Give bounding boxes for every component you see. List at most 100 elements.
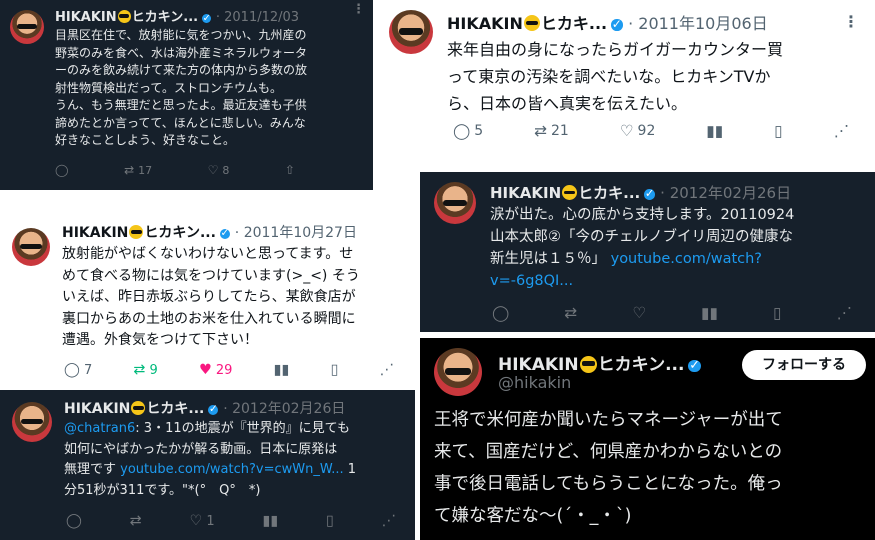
youtube-link-continued[interactable]: v=-6g8QI... (490, 273, 573, 289)
views-button[interactable]: ▮▮ (262, 513, 278, 529)
more-icon[interactable]: ⋮ (352, 2, 365, 17)
tweet-date[interactable]: · 2011/12/03 (216, 10, 299, 25)
tweet-card-3[interactable]: HIKAKIN ヒカキ... ✓ · 2012年02月26日 涙が出た。心の底から支… (420, 172, 875, 332)
retweet-button[interactable]: ⇄ 21 (534, 122, 569, 140)
reply-button[interactable]: ◯ (66, 513, 82, 529)
tweet-header: HIKAKIN ヒカキン... ✓ · 2011/12/03 (55, 6, 299, 25)
reply-icon: ◯ (55, 163, 69, 177)
more-icon[interactable]: ⋮ (843, 12, 859, 31)
share-button[interactable]: ⇧ (285, 163, 295, 177)
tweet-date[interactable]: · 2012年02月26日 (660, 184, 791, 202)
tweet-date[interactable]: · 2012年02月26日 (223, 401, 345, 417)
tweet-card-1[interactable]: HIKAKIN ヒカキン... ✓ · 2011/12/03 ⋮ 目黒区在住で、放射… (0, 0, 373, 190)
retweet-icon: ⇄ (534, 122, 547, 140)
tweet-date[interactable]: · 2011年10月06日 (628, 14, 768, 33)
share-button[interactable]: ⋰ (837, 304, 852, 322)
reply-icon: ◯ (453, 122, 471, 140)
retweet-button[interactable]: ⇄ 9 (134, 362, 158, 378)
like-button[interactable]: ♡ 92 (620, 122, 656, 140)
sunglasses-emoji-icon (129, 225, 144, 240)
heart-icon: ♡ (189, 513, 203, 529)
verified-icon: ✓ (208, 403, 219, 416)
views-button[interactable]: ▮▮ (701, 304, 718, 322)
views-icon: ▮▮ (706, 122, 724, 140)
follow-button[interactable]: フォローする (742, 350, 866, 380)
retweet-icon: ⇄ (564, 304, 578, 322)
share-icon: ⋰ (836, 304, 852, 322)
display-name[interactable]: HIKAKIN (62, 225, 128, 241)
bookmark-button[interactable]: ▯ (774, 122, 782, 140)
text-line: v=-6g8QI... (490, 270, 794, 292)
user-handle[interactable]: @hikakin (498, 373, 571, 392)
text-line: 諦めたとか言ってて、ほんとに悲しい。みんな (55, 115, 306, 130)
tweet-text: 涙が出た。心の底から支持します。20110924 山本太郎②「今のチェルノブイリ… (490, 204, 794, 292)
avatar[interactable] (434, 348, 482, 396)
display-name[interactable]: HIKAKIN (447, 14, 523, 33)
like-button[interactable]: ♡ (632, 304, 646, 322)
bookmark-icon: ▯ (774, 122, 783, 140)
retweet-button[interactable]: ⇄ 17 (124, 163, 152, 177)
display-name-suffix: ヒカキン... (597, 355, 685, 375)
sunglasses-emoji-icon (523, 15, 540, 32)
retweet-button[interactable]: ⇄ (130, 513, 142, 529)
avatar[interactable] (10, 10, 44, 44)
like-button[interactable]: ♡ 8 (208, 163, 230, 177)
views-button[interactable]: ▮▮ (274, 362, 290, 378)
verified-icon: ✓ (688, 358, 701, 374)
text-line: @chatran6: 3・11の地震が『世界的』に見ても (64, 421, 350, 436)
avatar[interactable] (12, 402, 52, 442)
display-name[interactable]: HIKAKIN (64, 401, 130, 417)
text-line: いえば、昨日赤坂ぶらりしてたら、某飲食店が (62, 289, 356, 305)
tweet-header: HIKAKIN ヒカキン... ✓ · 2011年10月27日 (62, 222, 357, 242)
retweet-button[interactable]: ⇄ (564, 304, 577, 322)
like-button[interactable]: ♥ 29 (199, 362, 232, 378)
youtube-link[interactable]: youtube.com/watch?v=cwWn_W... (120, 462, 343, 477)
views-icon: ▮▮ (701, 304, 718, 322)
share-button[interactable]: ⋰ (382, 513, 396, 529)
reply-icon: ◯ (66, 513, 83, 529)
avatar[interactable] (434, 182, 476, 224)
display-name-suffix: ヒカキ... (578, 184, 641, 202)
heart-icon: ♡ (619, 122, 634, 140)
tweet-text: 放射能がやばくないわけないと思ってます。せ めて食べる物には気をつけています(>… (62, 244, 360, 352)
bookmark-button[interactable]: ▯ (331, 362, 339, 378)
sunglasses-emoji-icon (579, 355, 597, 373)
reply-button[interactable]: ◯ (55, 163, 69, 177)
sunglasses-emoji-icon (117, 9, 131, 23)
views-icon: ▮▮ (273, 362, 290, 378)
display-name[interactable]: HIKAKIN (498, 355, 579, 375)
text-line: 分51秒が311です。"*(° Q° *) (64, 482, 261, 498)
tweet-text: @chatran6: 3・11の地震が『世界的』に見ても 如何にやばかったかが解… (64, 419, 356, 501)
heart-icon: ♡ (207, 163, 219, 177)
verified-icon: ✓ (644, 187, 655, 201)
retweet-icon: ⇄ (123, 163, 135, 177)
reply-button[interactable]: ◯ 5 (453, 122, 483, 140)
tweet-card-4[interactable]: HIKAKIN ヒカキン... ✓ · 2011年10月27日 放射能がやばくないわ… (0, 208, 410, 388)
text-line: 好きなことしよう、好きなこと。 (55, 133, 236, 147)
display-name[interactable]: HIKAKIN (490, 184, 561, 202)
like-button[interactable]: ♡ 1 (190, 513, 215, 529)
mention-link[interactable]: @chatran6 (64, 421, 135, 436)
tweet-header: HIKAKIN ヒカキ... ✓ · 2011年10月06日 (447, 10, 768, 34)
avatar[interactable] (12, 228, 50, 266)
display-name[interactable]: HIKAKIN (55, 10, 117, 25)
text-line: 新生児は１５％」 youtube.com/watch? (490, 251, 763, 267)
reply-button[interactable]: ◯ (492, 304, 509, 322)
views-button[interactable]: ▮▮ (706, 122, 723, 140)
tweet-date[interactable]: · 2011年10月27日 (235, 225, 357, 241)
bookmark-icon: ▯ (325, 513, 334, 529)
bookmark-button[interactable]: ▯ (326, 513, 334, 529)
share-icon: ⋰ (833, 122, 849, 140)
share-button[interactable]: ⋰ (380, 362, 394, 378)
youtube-link[interactable]: youtube.com/watch? (611, 251, 762, 267)
tweet-text: 王将で米何産か聞いたらマネージャーが出て 来て、国産だけど、何県産かわからないと… (434, 404, 783, 532)
share-button[interactable]: ⋰ (834, 122, 849, 140)
tweet-card-5[interactable]: HIKAKIN ヒカキ... ✓ · 2012年02月26日 @chatran6: … (0, 390, 415, 540)
avatar[interactable] (389, 10, 433, 54)
share-icon: ⋰ (379, 362, 394, 378)
reply-button[interactable]: ◯ 7 (64, 362, 92, 378)
tweet-card-6[interactable]: HIKAKIN ヒカキン... ✓ @hikakin フォローする 王将で米何産か聞… (420, 338, 875, 540)
tweet-card-2[interactable]: HIKAKIN ヒカキ... ✓ · 2011年10月06日 ⋮ 来年自由の身になっ… (375, 0, 875, 160)
action-bar: ◯ 5 ⇄ 21 ♡ 92 ▮▮ ▯ ⋰ (453, 122, 849, 140)
bookmark-button[interactable]: ▯ (773, 304, 781, 322)
